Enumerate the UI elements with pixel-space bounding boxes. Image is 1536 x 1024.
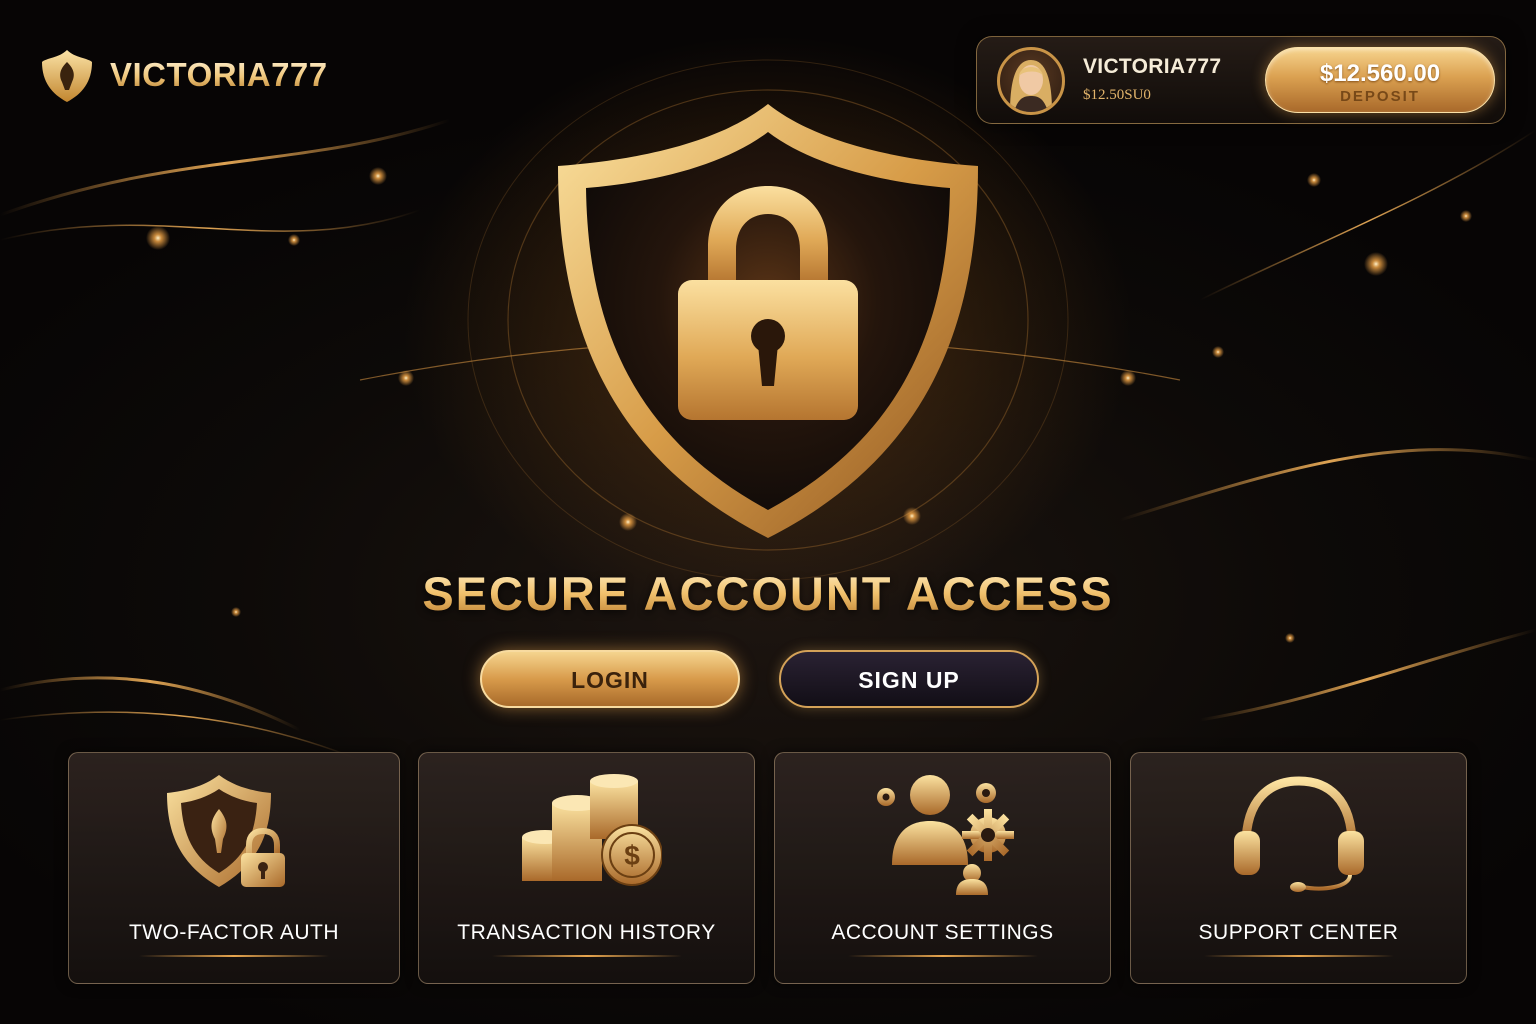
account-username: VICTORIA777 — [1083, 55, 1222, 78]
login-button[interactable]: LOGIN — [480, 650, 740, 708]
svg-text:$: $ — [624, 840, 640, 871]
divider — [491, 955, 682, 957]
user-avatar[interactable] — [997, 47, 1065, 115]
shield-padlock-icon — [558, 104, 978, 538]
feature-card-account-settings[interactable]: ACCOUNT SETTINGS — [774, 752, 1111, 984]
feature-card-two-factor[interactable]: TWO-FACTOR AUTH — [68, 752, 400, 984]
crest-shield-icon — [42, 50, 92, 102]
feature-card-support-center[interactable]: SUPPORT CENTER — [1130, 752, 1467, 984]
feature-label: TWO-FACTOR AUTH — [128, 921, 340, 944]
page-title: SECURE ACCOUNT ACCESS — [0, 566, 1536, 621]
feature-label: ACCOUNT SETTINGS — [831, 921, 1054, 944]
divider — [847, 955, 1038, 957]
brand-logo[interactable]: VICTORIA777 — [36, 44, 328, 106]
divider — [1203, 955, 1394, 957]
brand-name: VICTORIA777 — [110, 56, 328, 93]
deposit-button[interactable]: $12.560.00 DEPOSIT — [1265, 47, 1495, 113]
deposit-label: DEPOSIT — [1340, 88, 1420, 105]
signup-button[interactable]: SIGN UP — [779, 650, 1039, 708]
coin-stacks-icon: $ — [521, 774, 662, 886]
feature-label: SUPPORT CENTER — [1198, 921, 1399, 944]
shield-lock-icon — [167, 775, 285, 887]
deposit-amount: $12.560.00 — [1319, 60, 1441, 87]
account-balance: $12.50SU0 — [1083, 87, 1151, 103]
user-avatar-icon — [1010, 60, 1052, 112]
feature-card-transaction-history[interactable]: $ TRANSACTION HISTORY — [418, 752, 755, 984]
divider — [139, 955, 329, 957]
headset-icon — [1233, 776, 1364, 892]
user-gears-icon — [876, 775, 1014, 895]
account-panel: VICTORIA777 $12.50SU0 $12.560.00 DEPOSIT — [976, 36, 1506, 124]
feature-label: TRANSACTION HISTORY — [457, 921, 716, 944]
